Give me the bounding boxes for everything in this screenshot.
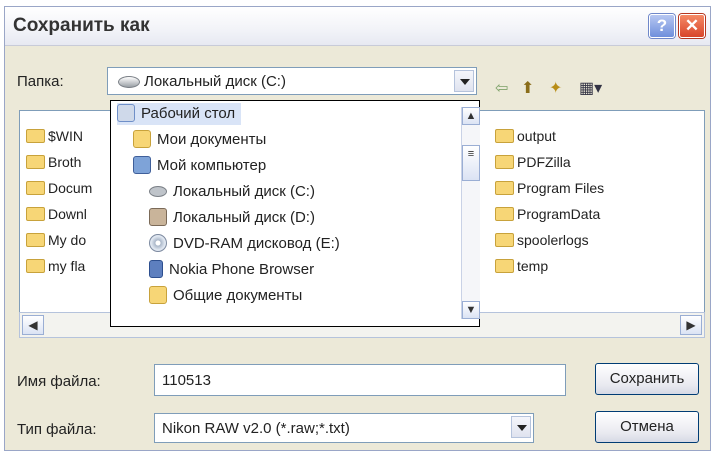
dropdown-item-desktop[interactable]: Рабочий стол	[117, 103, 242, 125]
scroll-up-button[interactable]: ▲	[462, 107, 480, 125]
filename-label: Имя файла:	[17, 373, 101, 390]
scroll-thumb[interactable]: ≡	[462, 145, 480, 181]
scroll-right-button[interactable]: ▶	[680, 315, 702, 335]
folder-icon	[26, 155, 45, 170]
list-item[interactable]: Broth	[26, 153, 81, 171]
phone-icon	[149, 260, 163, 279]
list-item[interactable]: Program Files	[495, 179, 604, 197]
list-item[interactable]: my fla	[26, 257, 85, 275]
dropdown-item-nokia[interactable]: Nokia Phone Browser	[149, 259, 314, 281]
filename-input[interactable]: 110513	[154, 364, 566, 396]
list-item[interactable]: My do	[26, 231, 86, 249]
list-item[interactable]: $WIN	[26, 127, 83, 145]
title-bar[interactable]: Сохранить как ? ✕	[5, 7, 710, 46]
folder-icon	[495, 259, 514, 274]
vertical-scrollbar[interactable]: ▲ ≡ ▼	[461, 107, 480, 319]
up-folder-icon[interactable]: ⬆	[521, 79, 534, 99]
back-icon[interactable]: ⇦	[495, 79, 508, 99]
filetype-combo[interactable]: Nikon RAW v2.0 (*.raw;*.txt)	[154, 413, 534, 443]
folder-label: Папка:	[17, 73, 64, 90]
folder-icon	[495, 233, 514, 248]
help-button[interactable]: ?	[649, 14, 675, 38]
list-item[interactable]: spoolerlogs	[495, 231, 589, 249]
list-item[interactable]: Downl	[26, 205, 87, 223]
dropdown-item-my-computer[interactable]: Мой компьютер	[133, 155, 266, 177]
desktop-icon	[117, 104, 135, 123]
folder-icon	[149, 286, 167, 305]
dropdown-item-my-documents[interactable]: Мои документы	[133, 129, 266, 151]
location-dropdown-arrow[interactable]	[454, 70, 474, 92]
drive-icon	[118, 76, 140, 88]
list-item[interactable]: Docum	[26, 179, 92, 197]
drive-icon	[149, 185, 167, 197]
folder-icon	[133, 130, 151, 149]
dropdown-item-drive-c[interactable]: Локальный диск (C:)	[149, 181, 315, 203]
drive-icon	[149, 208, 167, 227]
dropdown-item-shared-documents[interactable]: Общие документы	[149, 285, 302, 307]
folder-icon	[26, 233, 45, 248]
filename-value: 110513	[162, 372, 211, 389]
scroll-left-button[interactable]: ◀	[22, 315, 44, 335]
folder-icon	[495, 155, 514, 170]
cancel-button[interactable]: Отмена	[595, 411, 699, 443]
filetype-value: Nikon RAW v2.0 (*.raw;*.txt)	[162, 420, 350, 437]
computer-icon	[133, 156, 151, 175]
location-combo[interactable]: Локальный диск (C:)	[107, 67, 477, 95]
scroll-down-button[interactable]: ▼	[462, 301, 480, 319]
dialog-title: Сохранить как	[13, 15, 150, 36]
dropdown-item-dvd-e[interactable]: DVD-RAM дисковод (E:)	[149, 233, 340, 255]
dvd-icon	[149, 234, 167, 253]
close-button[interactable]: ✕	[679, 14, 705, 38]
folder-icon	[26, 129, 45, 144]
new-folder-icon[interactable]: ✦	[549, 79, 562, 99]
list-item[interactable]: temp	[495, 257, 548, 275]
save-button[interactable]: Сохранить	[595, 363, 699, 395]
view-menu-icon[interactable]: ▦▾	[579, 79, 602, 99]
filetype-dropdown-arrow[interactable]	[511, 416, 531, 438]
folder-icon	[495, 181, 514, 196]
folder-icon	[26, 207, 45, 222]
dropdown-item-drive-d[interactable]: Локальный диск (D:)	[149, 207, 315, 229]
folder-icon	[26, 259, 45, 274]
list-item[interactable]: PDFZilla	[495, 153, 571, 171]
list-item[interactable]: ProgramData	[495, 205, 600, 223]
folder-icon	[495, 207, 514, 222]
filetype-label: Тип файла:	[17, 421, 97, 438]
folder-icon	[495, 129, 514, 144]
list-item[interactable]: output	[495, 127, 556, 145]
location-value: Локальный диск (C:)	[144, 73, 286, 90]
folder-icon	[26, 181, 45, 196]
save-as-dialog: Сохранить как ? ✕ Папка: Локальный диск …	[4, 6, 711, 451]
location-dropdown-list[interactable]: Рабочий стол Мои документы Мой компьютер…	[110, 100, 480, 327]
